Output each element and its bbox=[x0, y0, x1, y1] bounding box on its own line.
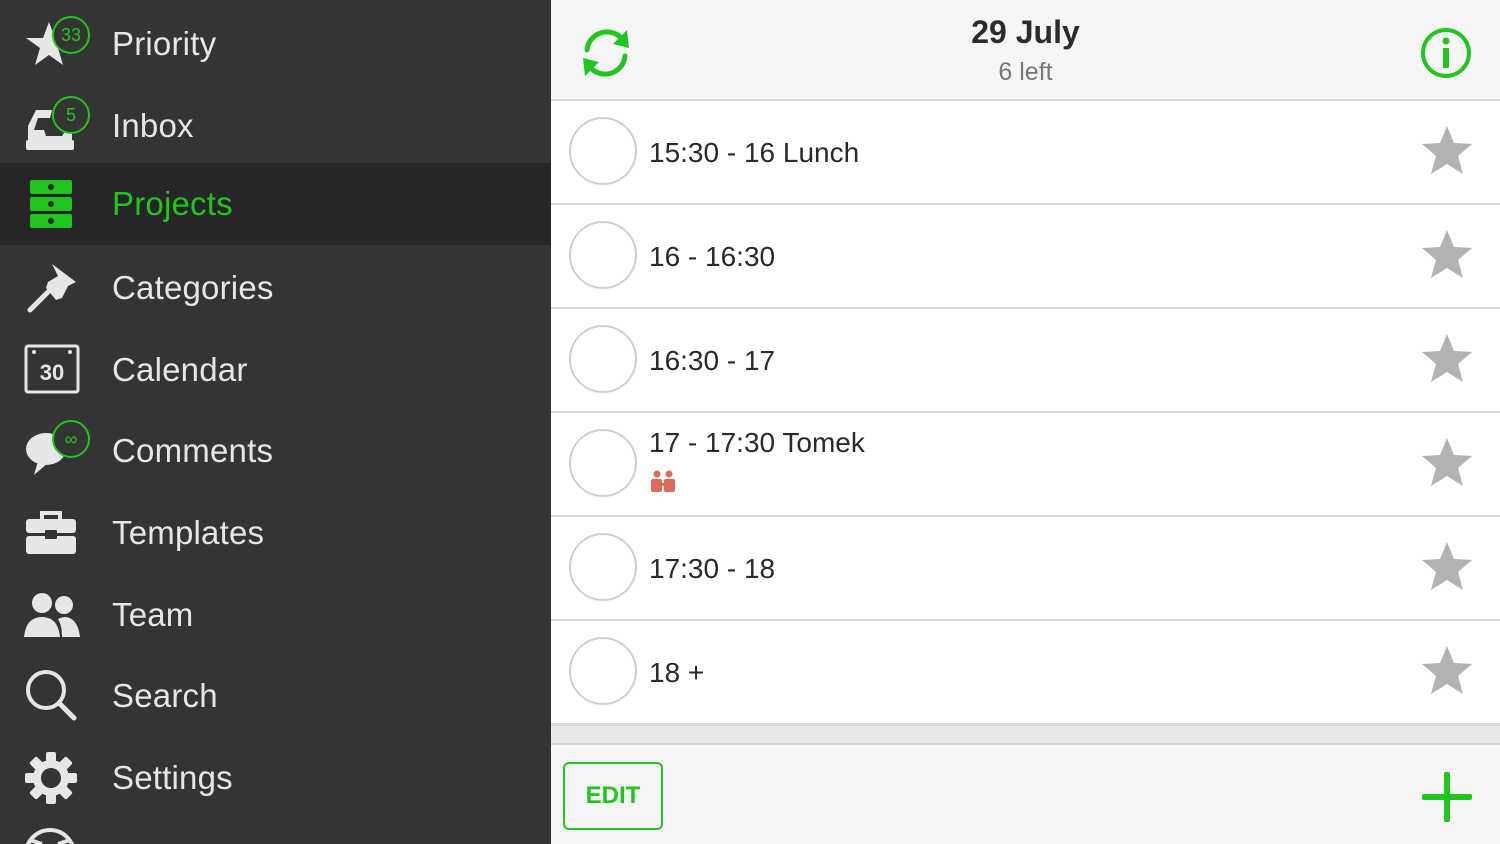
complete-checkbox[interactable] bbox=[569, 637, 637, 705]
calendar-icon: 30 bbox=[24, 344, 80, 394]
sidebar: 33 Priority 5 Inbox Projects Categories bbox=[0, 0, 551, 844]
sidebar-item-label: Settings bbox=[112, 759, 233, 796]
gear-icon bbox=[25, 752, 77, 804]
sidebar-item-label: Projects bbox=[112, 185, 233, 222]
inbox-count-badge: 5 bbox=[52, 96, 90, 134]
sidebar-item-label: Comments bbox=[112, 432, 274, 469]
task-row[interactable]: 16:30 - 17 bbox=[551, 309, 1500, 413]
sidebar-item-label: Categories bbox=[112, 269, 274, 306]
sidebar-item-search[interactable]: Search bbox=[0, 655, 551, 737]
complete-checkbox[interactable] bbox=[569, 221, 637, 289]
star-icon[interactable] bbox=[1419, 227, 1475, 283]
sidebar-item-priority[interactable]: 33 Priority bbox=[0, 3, 551, 85]
task-row[interactable]: 16 - 16:30 bbox=[551, 205, 1500, 309]
calendar-icon-text: 30 bbox=[40, 360, 64, 385]
task-title: 15:30 - 16 Lunch bbox=[649, 137, 860, 168]
sidebar-item-label: Search bbox=[112, 677, 218, 714]
footer-toolbar: EDIT bbox=[551, 743, 1500, 844]
star-icon[interactable] bbox=[1419, 539, 1475, 595]
edit-button[interactable]: EDIT bbox=[563, 762, 663, 830]
projects-icon bbox=[30, 180, 72, 228]
toolbox-icon bbox=[26, 511, 76, 554]
task-row[interactable]: 18 + bbox=[551, 621, 1500, 725]
complete-checkbox[interactable] bbox=[569, 429, 637, 497]
task-row[interactable]: 15:30 - 16 Lunch bbox=[551, 101, 1500, 205]
page-title: 29 July bbox=[971, 14, 1080, 50]
sidebar-item-categories[interactable]: Categories bbox=[0, 247, 551, 329]
complete-checkbox[interactable] bbox=[569, 117, 637, 185]
sidebar-item-team[interactable]: Team bbox=[0, 574, 551, 656]
sidebar-item-inbox[interactable]: 5 Inbox bbox=[0, 85, 551, 167]
add-icon[interactable] bbox=[1419, 769, 1475, 825]
header: 29 July 6 left bbox=[551, 0, 1500, 101]
info-icon[interactable] bbox=[1419, 26, 1473, 80]
pin-icon bbox=[27, 264, 76, 313]
sidebar-item-templates[interactable]: Templates bbox=[0, 492, 551, 574]
sidebar-item-settings[interactable]: Settings bbox=[0, 737, 551, 819]
sidebar-item-comments[interactable]: ∞ Comments bbox=[0, 410, 551, 492]
sidebar-item-calendar[interactable]: 30 Calendar bbox=[0, 329, 551, 411]
sidebar-item-projects[interactable]: Projects bbox=[0, 163, 551, 245]
search-icon bbox=[26, 670, 77, 721]
team-icon bbox=[24, 593, 80, 637]
star-icon[interactable] bbox=[1419, 331, 1475, 387]
task-title: 16:30 - 17 bbox=[649, 345, 776, 376]
priority-count-badge: 33 bbox=[52, 16, 90, 54]
task-title: 17 - 17:30 Tomek bbox=[649, 427, 865, 458]
star-icon[interactable] bbox=[1419, 435, 1475, 491]
complete-checkbox[interactable] bbox=[569, 325, 637, 393]
task-row[interactable]: 17 - 17:30 Tomek bbox=[551, 413, 1500, 517]
sidebar-item-label: Priority bbox=[112, 25, 217, 62]
task-panel: 29 July 6 left 15:30 - 16 Lunch 16 - 16:… bbox=[551, 0, 1500, 844]
task-title: 18 + bbox=[649, 657, 705, 688]
sidebar-item-label: Templates bbox=[112, 514, 265, 551]
task-title: 16 - 16:30 bbox=[649, 241, 776, 272]
people-icon bbox=[651, 470, 675, 492]
task-title: 17:30 - 18 bbox=[649, 553, 776, 584]
list-divider bbox=[551, 725, 1500, 743]
sidebar-item-label: Team bbox=[112, 596, 194, 633]
star-icon[interactable] bbox=[1419, 643, 1475, 699]
sidebar-item-label: Calendar bbox=[112, 351, 248, 388]
task-list: 15:30 - 16 Lunch 16 - 16:30 16:30 - 17 1… bbox=[551, 101, 1500, 725]
lifebuoy-icon bbox=[26, 828, 74, 844]
remaining-count: 6 left bbox=[998, 58, 1053, 86]
complete-checkbox[interactable] bbox=[569, 533, 637, 601]
star-icon[interactable] bbox=[1419, 123, 1475, 179]
task-row[interactable]: 17:30 - 18 bbox=[551, 517, 1500, 621]
comments-badge: ∞ bbox=[52, 420, 90, 458]
sidebar-item-label: Inbox bbox=[112, 107, 194, 144]
